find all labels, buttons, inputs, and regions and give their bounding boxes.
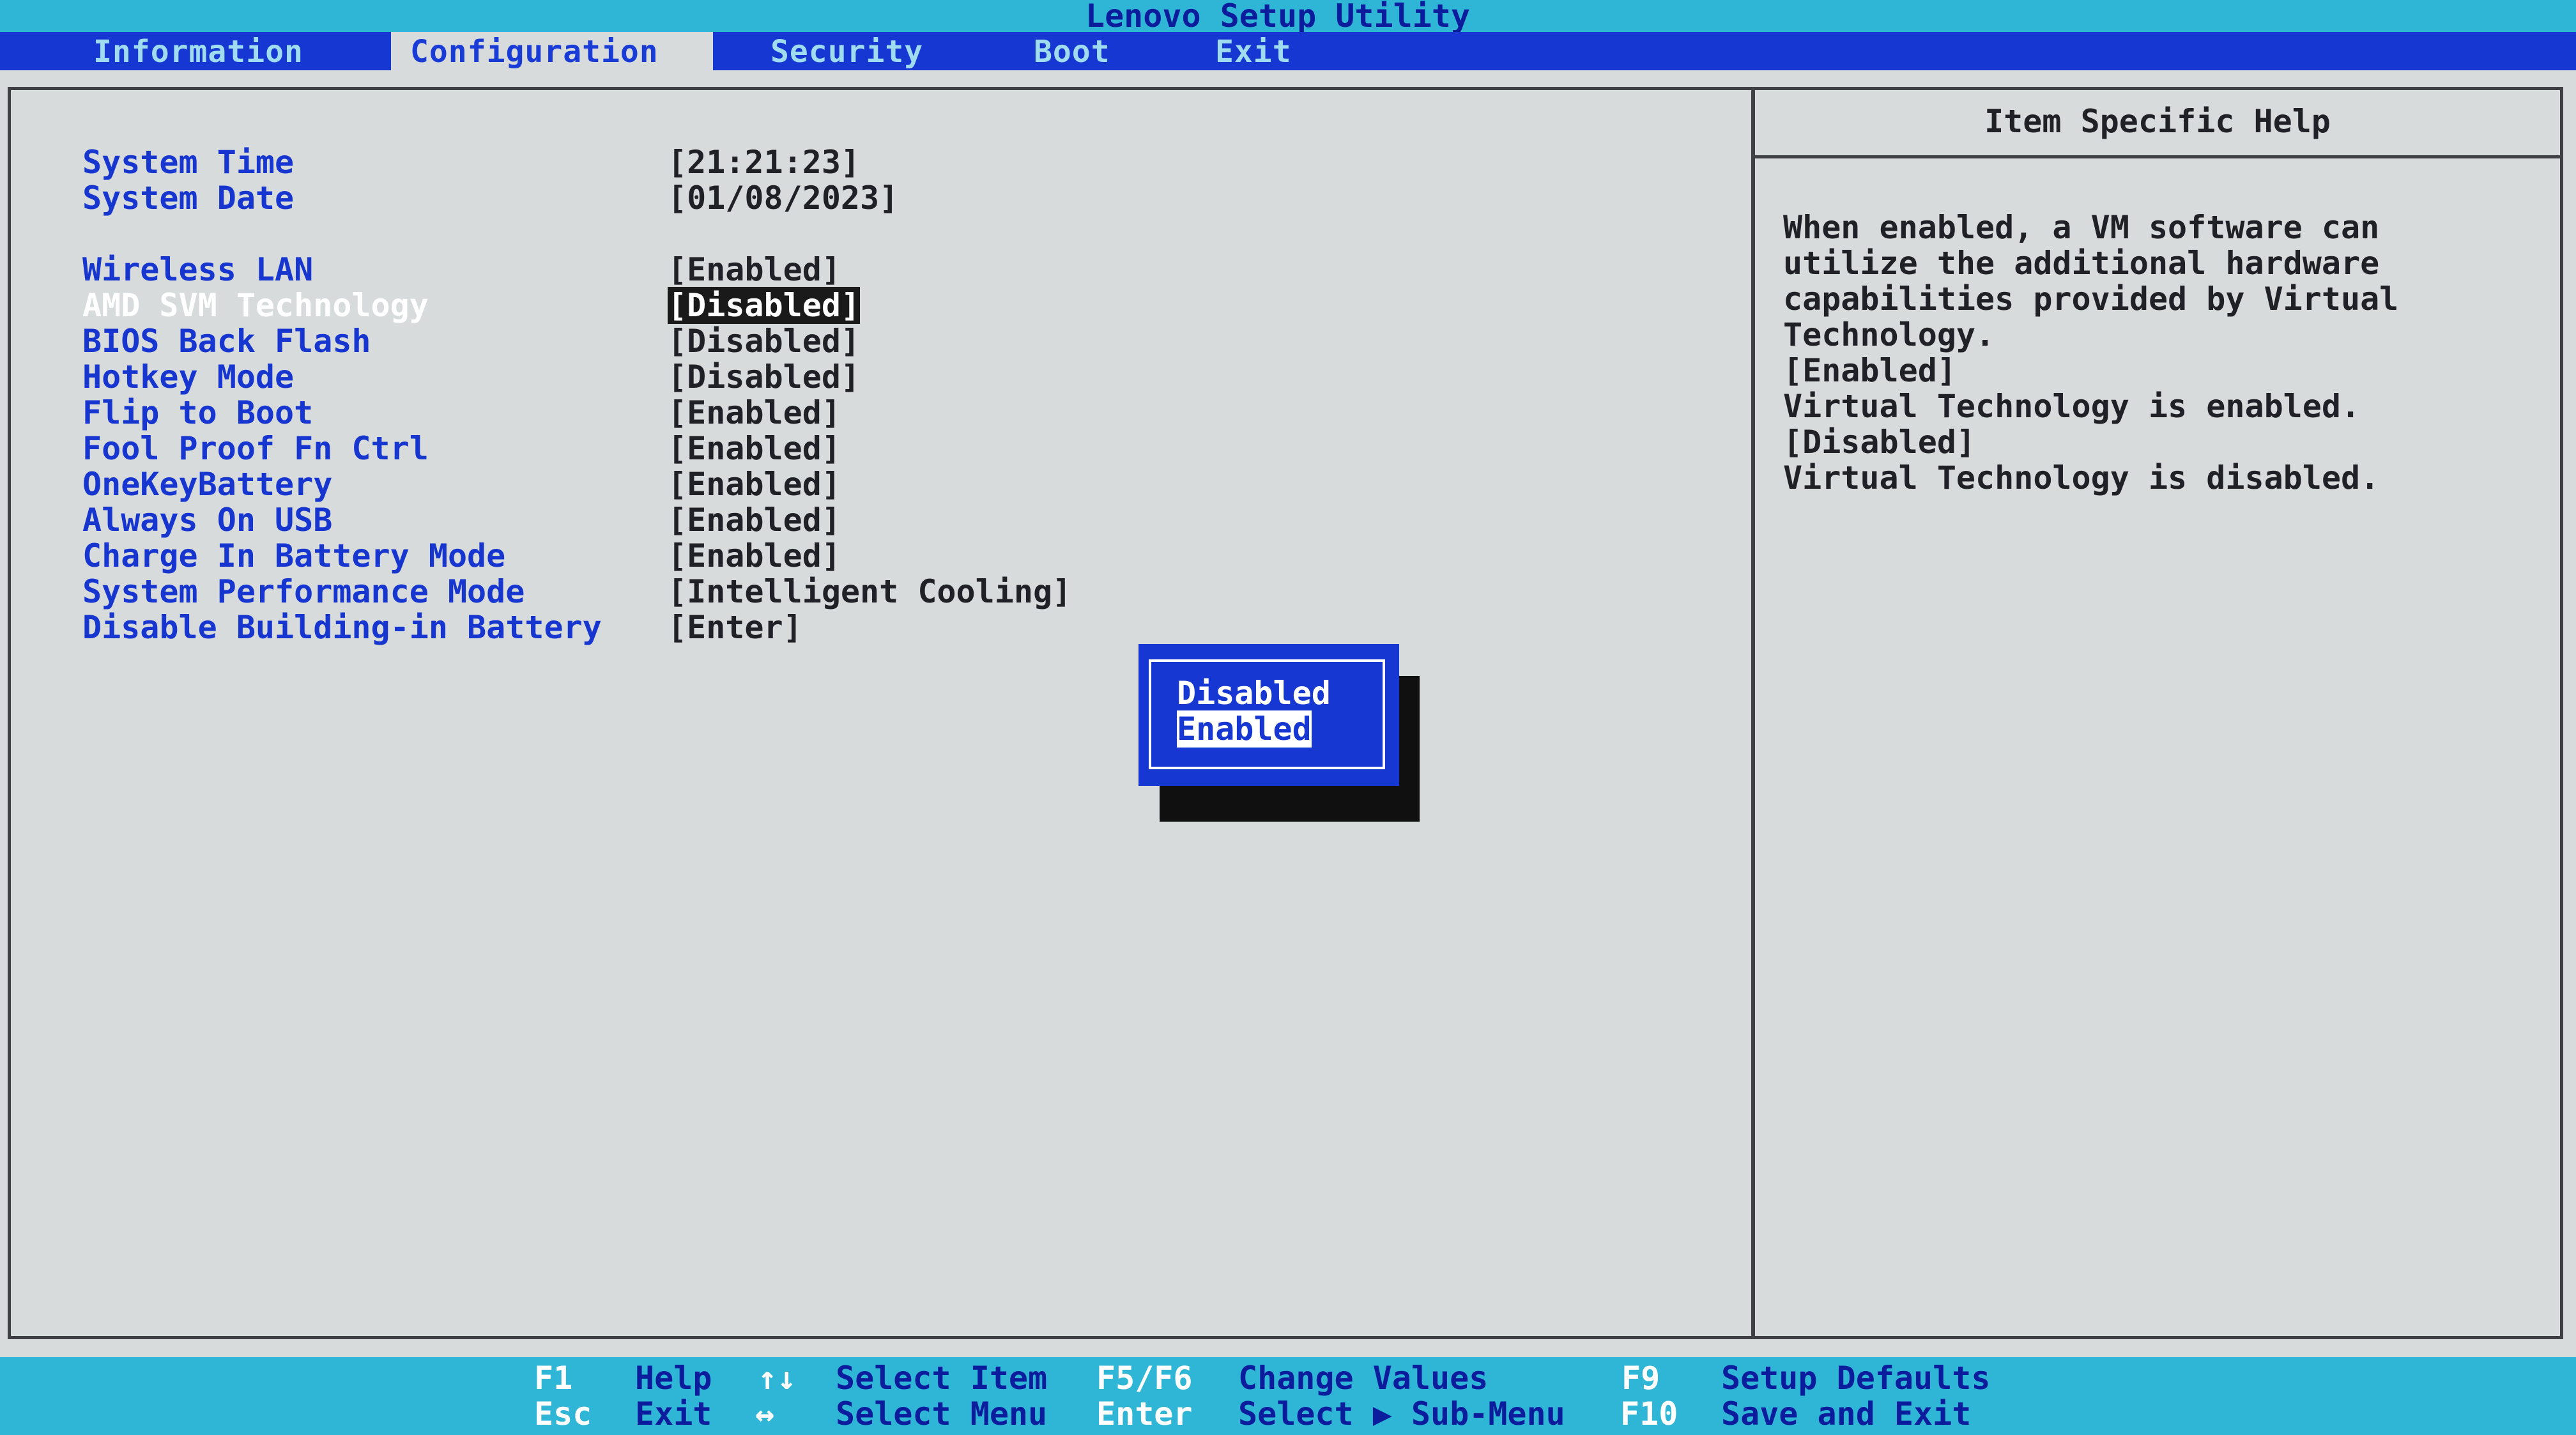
help-line: [Disabled] <box>1783 424 1976 461</box>
key-f10: F10 <box>1620 1395 1678 1432</box>
key-f9-desc: Setup Defaults <box>1721 1360 1991 1397</box>
setting-label-fool-proof-fn-ctrl[interactable]: Fool Proof Fn Ctrl <box>82 430 429 467</box>
popup-frame: Disabled Enabled <box>1149 659 1385 769</box>
key-f10-desc: Save and Exit <box>1721 1395 1972 1432</box>
updown-arrows-icon: ↑↓ <box>758 1360 797 1397</box>
setting-value-onekeybattery[interactable]: [Enabled] <box>668 466 841 503</box>
key-f9: F9 <box>1621 1360 1660 1397</box>
setting-value-charge-in-battery-mode[interactable]: [Enabled] <box>668 537 841 574</box>
value-text: Disabled <box>687 287 841 324</box>
setting-label-system-time[interactable]: System Time <box>82 144 294 181</box>
value-popup: Disabled Enabled <box>1138 644 1399 786</box>
help-pane: Item Specific Help When enabled, a VM so… <box>1752 87 2563 1339</box>
app-title: Lenovo Setup Utility <box>1085 0 1471 35</box>
value-bracket-open: [ <box>668 287 687 324</box>
setting-label-amd-svm[interactable]: AMD SVM Technology <box>82 287 429 324</box>
setting-value-system-date[interactable]: [01/08/2023] <box>668 180 898 217</box>
setting-label-system-date[interactable]: System Date <box>82 180 294 217</box>
help-line: Virtual Technology is enabled. <box>1783 388 2361 425</box>
menu-bar: Information Configuration Security Boot … <box>0 32 2576 70</box>
key-leftright-desc: Select Menu <box>836 1395 1048 1432</box>
setting-value-system-time[interactable]: [21:21:23] <box>668 144 860 181</box>
popup-option-enabled[interactable]: Enabled <box>1177 710 1312 748</box>
setting-label-disable-building-in-battery[interactable]: Disable Building-in Battery <box>82 609 602 646</box>
setting-value-disable-building-in-battery[interactable]: [Enter] <box>668 609 802 646</box>
popup-option-disabled[interactable]: Disabled <box>1177 675 1331 712</box>
setting-value-hotkey-mode[interactable]: [Disabled] <box>668 358 860 395</box>
setting-value-wireless-lan[interactable]: [Enabled] <box>668 251 841 288</box>
leftright-arrows-icon: ↔ <box>755 1395 775 1432</box>
settings-pane: System Time [21:21:23] System Date [01/0… <box>8 87 1754 1339</box>
setting-value-fool-proof-fn-ctrl[interactable]: [Enabled] <box>668 430 841 467</box>
menu-exit[interactable]: Exit <box>1215 32 1292 70</box>
key-esc: Esc <box>534 1395 592 1432</box>
key-legend-bar: F1 Help Esc Exit ↑↓ Select Item ↔ Select… <box>0 1357 2576 1435</box>
setting-label-system-performance-mode[interactable]: System Performance Mode <box>82 573 525 610</box>
title-bar: Lenovo Setup Utility <box>0 0 2576 32</box>
key-esc-desc: Exit <box>635 1395 712 1432</box>
key-f1-desc: Help <box>635 1360 712 1397</box>
setting-value-flip-to-boot[interactable]: [Enabled] <box>668 394 841 431</box>
key-f1: F1 <box>534 1360 573 1397</box>
setting-value-system-performance-mode[interactable]: [Intelligent Cooling] <box>668 573 1071 610</box>
setting-value-amd-svm[interactable]: [Disabled] <box>668 287 861 324</box>
menu-configuration[interactable]: Configuration <box>391 32 713 70</box>
setting-value-always-on-usb[interactable]: [Enabled] <box>668 502 841 539</box>
setting-label-charge-in-battery-mode[interactable]: Charge In Battery Mode <box>82 537 505 574</box>
setting-value-bios-back-flash[interactable]: [Disabled] <box>668 323 860 360</box>
help-line: Virtual Technology is disabled. <box>1783 459 2380 496</box>
menu-security[interactable]: Security <box>770 32 923 70</box>
help-line: [Enabled] <box>1783 352 1956 389</box>
setting-label-wireless-lan[interactable]: Wireless LAN <box>82 251 313 288</box>
help-line: When enabled, a VM software can <box>1783 209 2380 246</box>
help-line: utilize the additional hardware <box>1783 245 2380 282</box>
menu-information[interactable]: Information <box>0 32 391 70</box>
value-bracket-close: ] <box>840 287 861 324</box>
help-divider <box>1755 155 2560 158</box>
key-f5f6: F5/F6 <box>1096 1360 1193 1397</box>
setting-label-flip-to-boot[interactable]: Flip to Boot <box>82 394 313 431</box>
setting-label-bios-back-flash[interactable]: BIOS Back Flash <box>82 323 371 360</box>
menu-boot[interactable]: Boot <box>1034 32 1110 70</box>
key-f5f6-desc: Change Values <box>1238 1360 1489 1397</box>
setting-label-onekeybattery[interactable]: OneKeyBattery <box>82 466 332 503</box>
key-enter-desc: Select ▶ Sub-Menu <box>1238 1395 1565 1432</box>
setting-label-hotkey-mode[interactable]: Hotkey Mode <box>82 358 294 395</box>
help-line: capabilities provided by Virtual <box>1783 280 2399 318</box>
key-updown-desc: Select Item <box>836 1360 1048 1397</box>
help-title: Item Specific Help <box>1984 103 2331 140</box>
help-line: Technology. <box>1783 316 1995 353</box>
setting-label-always-on-usb[interactable]: Always On USB <box>82 502 332 539</box>
key-enter: Enter <box>1096 1395 1193 1432</box>
